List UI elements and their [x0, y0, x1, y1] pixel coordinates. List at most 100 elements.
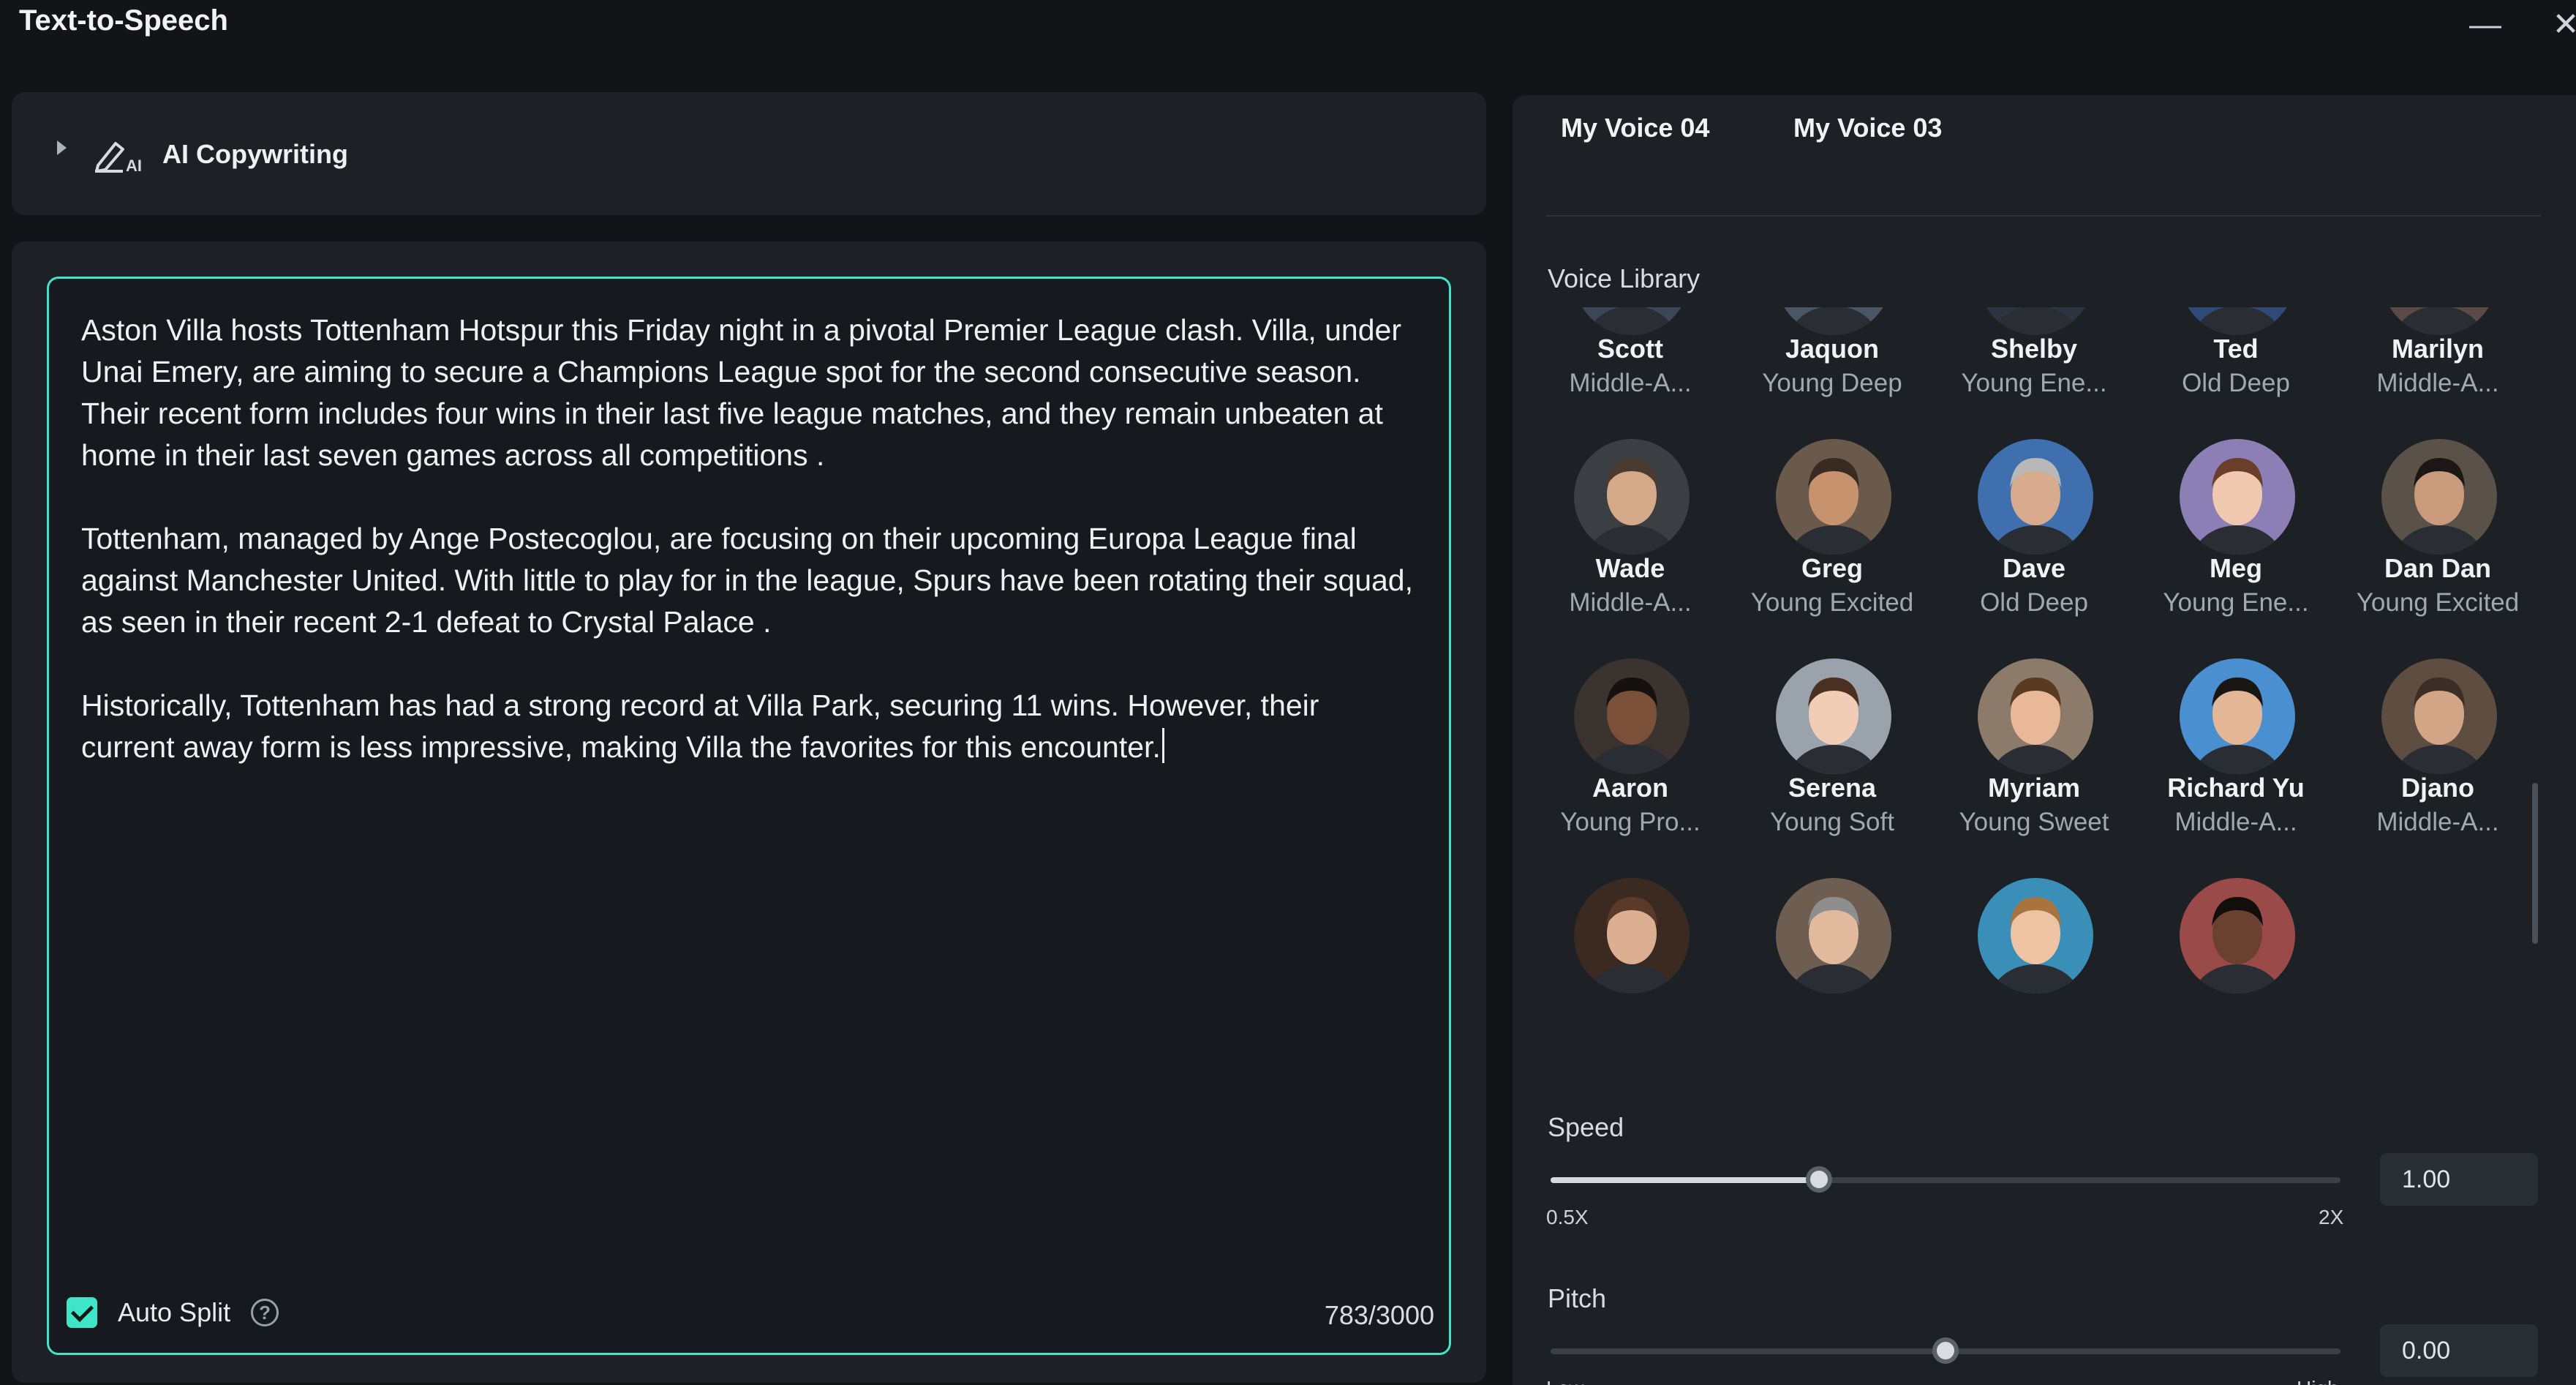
voice-description: Middle-A... [1569, 369, 1692, 397]
close-icon[interactable]: ✕ [2544, 3, 2576, 47]
voice-card[interactable] [1748, 878, 1916, 1068]
tab-my-voice-03[interactable]: My Voice 03 [1793, 113, 1942, 143]
voice-description: Old Deep [2182, 369, 2290, 397]
voice-settings-panel: My Voice 04 My Voice 03 Voice Library Sc… [1513, 95, 2576, 1385]
voice-avatar [1978, 878, 2093, 994]
voice-name: Greg [1801, 553, 1864, 583]
voice-description: Young Excited [2356, 588, 2520, 617]
voice-avatar [1776, 878, 1891, 994]
script-text[interactable]: Aston Villa hosts Tottenham Hotspur this… [81, 309, 1420, 768]
voice-avatar [1978, 439, 2093, 555]
voice-card[interactable]: Dan Dan Young Excited [2354, 439, 2522, 658]
voice-card[interactable]: Dave Old Deep [1950, 439, 2118, 658]
voice-avatar [1574, 307, 1690, 335]
ai-copywriting-panel[interactable]: AI AI Copywriting [12, 92, 1486, 215]
voice-avatar [1574, 878, 1690, 994]
voice-description: Young Excited [1750, 588, 1914, 617]
voice-name: Jaquon [1785, 334, 1879, 364]
voice-avatar [2180, 439, 2295, 555]
voice-card[interactable] [2152, 878, 2320, 1068]
voice-card[interactable]: Richard Yu Middle-A... [2152, 658, 2320, 878]
pitch-slider-handle[interactable] [1932, 1337, 1959, 1364]
tts-window: Text-to-Speech — ✕ AI AI Copywriting Ast… [0, 0, 2576, 1385]
voice-card[interactable]: Wade Middle-A... [1546, 439, 1714, 658]
voice-description: Young Sweet [1959, 808, 2109, 836]
ai-copywriting-label: AI Copywriting [162, 139, 348, 169]
voice-avatar [1574, 439, 1690, 555]
expand-caret-icon[interactable] [57, 140, 67, 155]
voice-description: Young Pro... [1560, 808, 1701, 836]
speed-fill [1551, 1177, 1819, 1183]
voice-card[interactable]: Djano Middle-A... [2354, 658, 2522, 878]
voice-name: Aaron [1592, 773, 1668, 803]
character-count: 783/3000 [1324, 1300, 1434, 1330]
voice-name: Scott [1597, 334, 1663, 364]
script-textarea[interactable]: Aston Villa hosts Tottenham Hotspur this… [47, 277, 1451, 1355]
speed-slider-handle[interactable] [1806, 1166, 1832, 1193]
voice-card[interactable]: Ted Old Deep [2152, 307, 2320, 439]
voice-card[interactable]: Scott Middle-A... [1546, 307, 1714, 439]
voice-name: Marilyn [2391, 334, 2485, 364]
voice-description: Middle-A... [2376, 369, 2499, 397]
pitch-label: Pitch [1548, 1283, 1607, 1313]
paragraph: Aston Villa hosts Tottenham Hotspur this… [81, 313, 1410, 472]
help-icon[interactable]: ? [251, 1299, 279, 1326]
voice-grid-scrollbar[interactable] [2532, 783, 2538, 944]
voice-name: Dave [2002, 553, 2066, 583]
voice-avatar [1776, 658, 1891, 774]
voice-card[interactable]: Aaron Young Pro... [1546, 658, 1714, 878]
speed-min-label: 0.5X [1546, 1206, 1589, 1228]
voice-card[interactable]: Meg Young Ene... [2152, 439, 2320, 658]
voice-avatar [2381, 307, 2497, 335]
voice-card[interactable]: Myriam Young Sweet [1950, 658, 2118, 878]
voice-grid: Scott Middle-A... Jaquon Young Deep Shelby Yo… [1546, 307, 2545, 1068]
voice-avatar [1978, 658, 2093, 774]
voice-description: Young Ene... [1961, 369, 2107, 397]
voice-description: Middle-A... [2376, 808, 2499, 836]
voice-name: Richard Yu [2167, 773, 2305, 803]
voice-avatar [1574, 658, 1690, 774]
speed-slider[interactable] [1551, 1165, 2340, 1194]
voice-name: Djano [2400, 773, 2474, 803]
voice-avatar [2180, 658, 2295, 774]
voice-name: Ted [2213, 334, 2259, 364]
voice-description: Young Ene... [2163, 588, 2309, 617]
pitch-max-label: High [2297, 1377, 2339, 1385]
voice-card[interactable] [1950, 878, 2118, 1068]
voice-card[interactable]: Greg Young Excited [1748, 439, 1916, 658]
auto-split-toggle[interactable]: Auto Split ? [67, 1294, 279, 1331]
voice-name: Myriam [1987, 773, 2081, 803]
voice-library-label: Voice Library [1548, 263, 1701, 293]
pitch-value-input[interactable]: 0.00 [2380, 1324, 2538, 1377]
svg-text:AI: AI [126, 157, 142, 174]
voice-description: Young Deep [1762, 369, 1902, 397]
voice-name: Wade [1595, 553, 1665, 583]
auto-split-label: Auto Split [118, 1297, 231, 1327]
voice-name: Shelby [1990, 334, 2078, 364]
window-title: Text-to-Speech [19, 4, 228, 37]
voice-card[interactable]: Jaquon Young Deep [1748, 307, 1916, 439]
minimize-icon[interactable]: — [2463, 3, 2507, 47]
ai-pen-icon: AI [95, 142, 142, 174]
voice-description: Middle-A... [2174, 808, 2297, 836]
voice-description: Middle-A... [1569, 588, 1692, 617]
pitch-slider[interactable] [1551, 1336, 2340, 1365]
auto-split-checkbox[interactable] [67, 1297, 97, 1328]
voice-avatar [2180, 307, 2295, 335]
voice-avatar [2381, 658, 2497, 774]
tab-my-voice-04[interactable]: My Voice 04 [1561, 113, 1709, 143]
paragraph: Tottenham, managed by Ange Postecoglou, … [81, 522, 1422, 639]
voice-avatar [1776, 439, 1891, 555]
voice-avatar [2180, 878, 2295, 994]
editor-panel: Aston Villa hosts Tottenham Hotspur this… [12, 241, 1486, 1383]
voice-card[interactable]: Shelby Young Ene... [1950, 307, 2118, 439]
voice-avatar [2381, 439, 2497, 555]
text-cursor [1161, 728, 1164, 763]
voice-card[interactable] [1546, 878, 1714, 1068]
voice-description: Young Soft [1770, 808, 1894, 836]
voice-card[interactable]: Serena Young Soft [1748, 658, 1916, 878]
speed-value-input[interactable]: 1.00 [2380, 1153, 2538, 1206]
voice-name: Dan Dan [2384, 553, 2492, 583]
voice-card[interactable]: Marilyn Middle-A... [2354, 307, 2522, 439]
voice-avatar [1978, 307, 2093, 335]
